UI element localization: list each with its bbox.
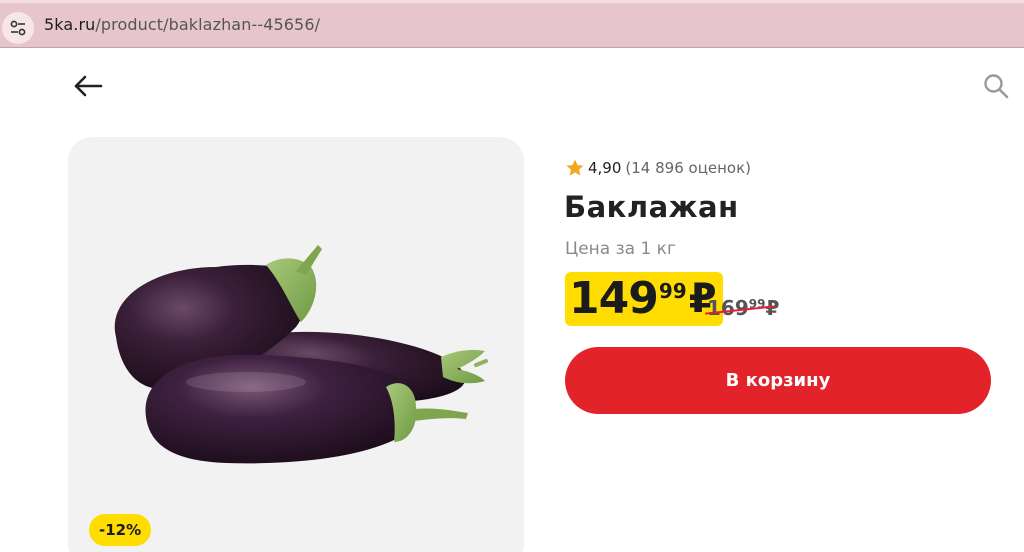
product-title: Баклажан xyxy=(564,190,739,224)
add-to-cart-button[interactable]: В корзину xyxy=(565,347,991,414)
rating: 4,90 (14 896 оценок) xyxy=(565,158,751,178)
current-price: 149 99 ₽ xyxy=(565,272,723,326)
tune-icon xyxy=(10,20,26,36)
star-icon xyxy=(566,159,584,176)
search-icon xyxy=(984,74,1009,99)
search-button[interactable] xyxy=(982,72,1010,100)
rating-count: (14 896 оценок) xyxy=(625,159,752,177)
product-image-card: -12% xyxy=(68,137,524,552)
price-rubles: 149 xyxy=(569,273,659,324)
old-price: 169 99 ₽ xyxy=(705,294,779,322)
price-unit: Цена за 1 кг xyxy=(565,239,676,259)
rating-value: 4,90 xyxy=(588,159,622,177)
back-button[interactable] xyxy=(72,72,104,100)
address-bar[interactable]: 5ka.ru/product/baklazhan--45656/ xyxy=(0,0,1024,48)
site-info-button[interactable] xyxy=(2,12,34,44)
url-path: /product/baklazhan--45656/ xyxy=(95,15,321,34)
url-host: 5ka.ru xyxy=(44,15,96,34)
product-image xyxy=(114,245,488,464)
arrow-left-icon xyxy=(74,75,103,97)
discount-badge: -12% xyxy=(89,514,152,546)
price-kopecks: 99 xyxy=(658,279,687,303)
url-text[interactable]: 5ka.ru/product/baklazhan--45656/ xyxy=(44,15,320,34)
